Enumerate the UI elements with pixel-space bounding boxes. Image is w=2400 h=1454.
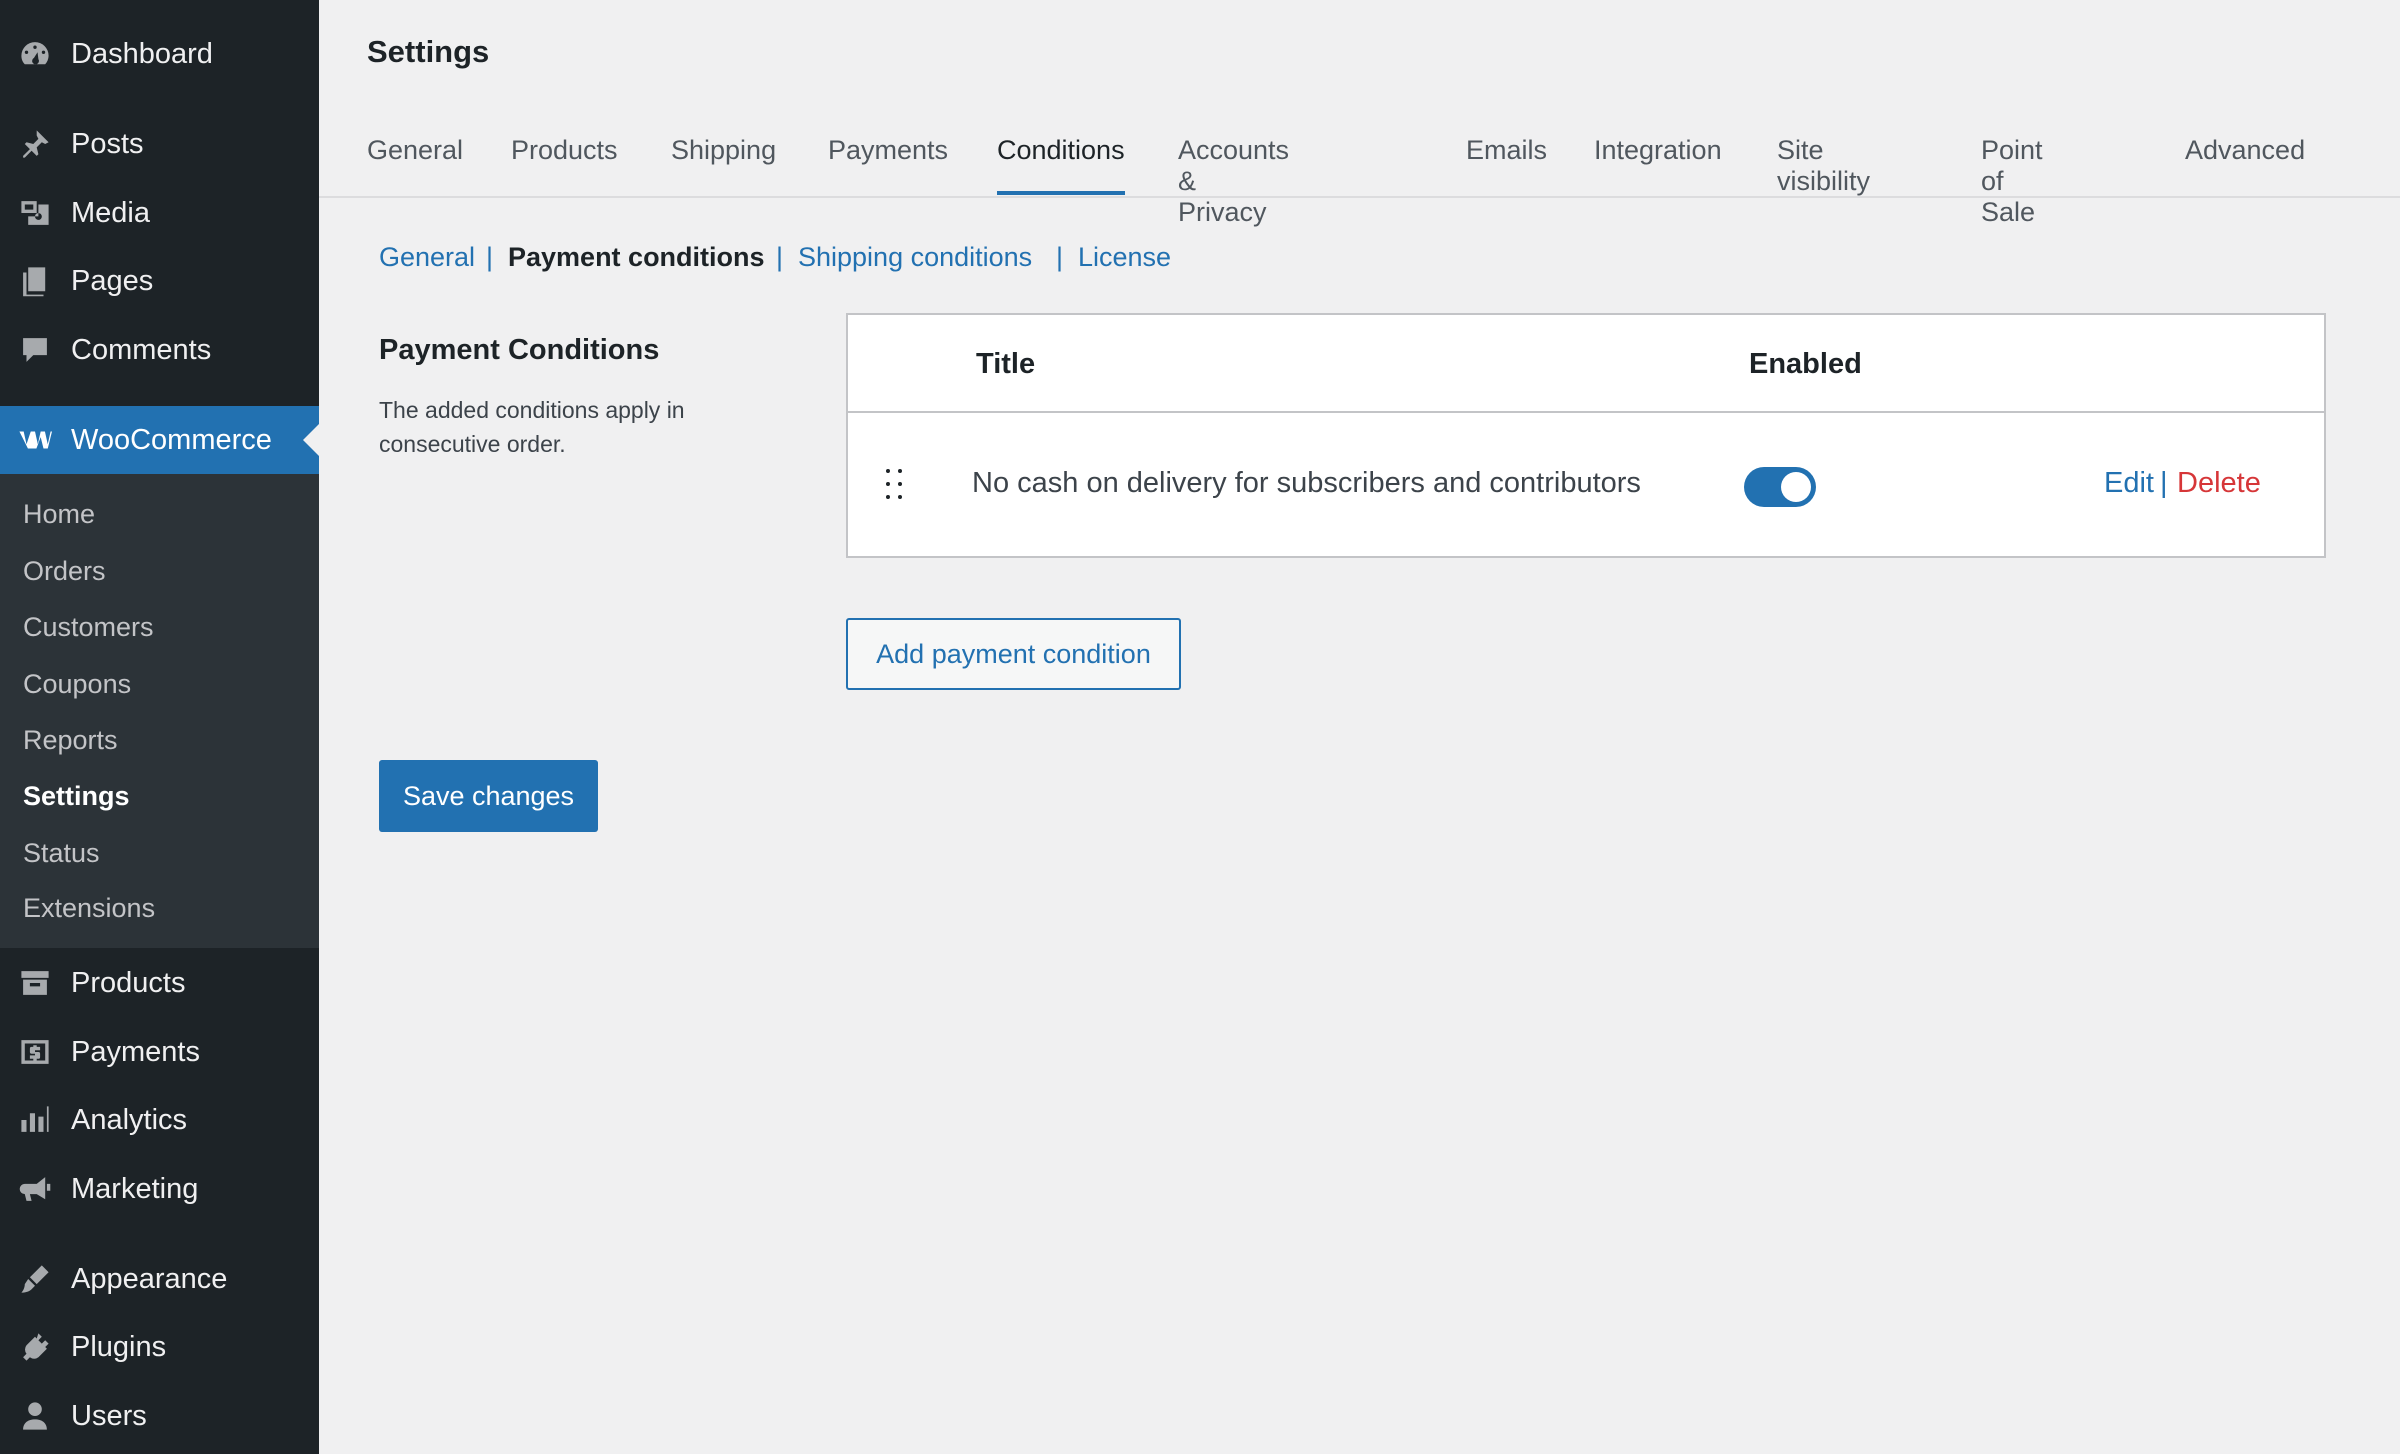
sidebar-item-label: Comments [71, 333, 212, 366]
add-payment-condition-button[interactable]: Add payment condition [846, 618, 1181, 690]
edit-link[interactable]: Edit [2104, 467, 2154, 500]
sidebar-item-label: Posts [71, 127, 144, 160]
bar-chart-icon [18, 1103, 52, 1137]
sidebar-item-label: Products [71, 966, 186, 999]
tab-integration[interactable]: Integration [1594, 135, 1722, 195]
tab-products[interactable]: Products [511, 135, 618, 195]
sidebar-item-label: Payments [71, 1035, 200, 1068]
plug-icon [18, 1330, 52, 1364]
tab-accounts-privacy[interactable]: Accounts & Privacy [1178, 135, 1289, 227]
table-header: Title Enabled [848, 315, 2324, 413]
sidebar-item-dashboard[interactable]: Dashboard [0, 24, 319, 84]
tab-site-visibility[interactable]: Site visibility [1777, 135, 1870, 196]
sidebar-item-label: Users [71, 1399, 147, 1432]
sidebar-item-plugins[interactable]: Plugins [0, 1317, 319, 1377]
submenu-item-orders[interactable]: Orders [23, 551, 106, 591]
column-header-enabled: Enabled [1749, 348, 1862, 380]
submenu-item-reports[interactable]: Reports [23, 720, 118, 760]
sidebar-item-products[interactable]: Products [0, 953, 319, 1013]
sidebar-item-posts[interactable]: Posts [0, 114, 319, 174]
column-header-title: Title [976, 348, 1036, 380]
sidebar-item-label: Plugins [71, 1330, 167, 1363]
tab-conditions[interactable]: Conditions [997, 135, 1125, 195]
subnav-license[interactable]: License [1078, 242, 1171, 273]
media-icon [18, 196, 52, 230]
submenu-item-extensions[interactable]: Extensions [23, 888, 155, 928]
tab-emails[interactable]: Emails [1466, 135, 1547, 195]
tab-shipping[interactable]: Shipping [671, 135, 776, 195]
toggle-knob [1781, 472, 1811, 502]
archive-icon [18, 966, 52, 1000]
submenu-item-coupons[interactable]: Coupons [23, 664, 131, 704]
sidebar-item-marketing[interactable]: Marketing [0, 1159, 319, 1219]
tab-advanced[interactable]: Advanced [2185, 135, 2305, 195]
action-separator: | [2160, 467, 2168, 499]
sidebar-item-label: Analytics [71, 1103, 188, 1136]
dollar-icon [18, 1035, 52, 1069]
condition-title: No cash on delivery for subscribers and … [972, 467, 1641, 499]
tab-point-of-sale[interactable]: Point of Sale [1981, 135, 2043, 227]
dashboard-icon [18, 37, 52, 71]
sidebar-item-label: Media [71, 196, 150, 229]
subnav-general[interactable]: General [379, 242, 475, 273]
section-heading: Payment Conditions [379, 334, 660, 366]
submenu-item-customers[interactable]: Customers [23, 607, 154, 647]
sidebar-item-payments[interactable]: Payments [0, 1022, 319, 1082]
pin-icon [18, 127, 52, 161]
sidebar-item-comments[interactable]: Comments [0, 320, 319, 380]
sidebar-item-appearance[interactable]: Appearance [0, 1249, 319, 1309]
sidebar-item-woocommerce[interactable]: WooCommerce [0, 406, 319, 474]
section-description: The added conditions apply in consecutiv… [379, 397, 685, 457]
sidebar-item-label: Appearance [71, 1262, 228, 1295]
page-title: Settings [367, 34, 490, 69]
admin-sidebar: Dashboard Posts Media Pages Comments Woo… [0, 0, 319, 1454]
tabs-divider [319, 196, 2400, 198]
delete-link[interactable]: Delete [2177, 467, 2261, 500]
enabled-toggle[interactable] [1744, 467, 1816, 507]
sidebar-item-label: Marketing [71, 1172, 199, 1205]
table-row: No cash on delivery for subscribers and … [848, 413, 2324, 558]
sidebar-item-pages[interactable]: Pages [0, 251, 319, 311]
user-icon [18, 1399, 52, 1433]
subnav-shipping-conditions[interactable]: Shipping conditions [798, 242, 1032, 273]
subnav-payment-conditions[interactable]: Payment conditions [508, 242, 765, 273]
submenu-item-settings[interactable]: Settings [23, 776, 130, 816]
subnav-separator: | [776, 242, 784, 272]
brush-icon [18, 1262, 52, 1296]
subnav-separator: | [1056, 242, 1064, 272]
sidebar-item-label: Pages [71, 264, 154, 297]
save-changes-button[interactable]: Save changes [379, 760, 598, 832]
pages-icon [18, 264, 52, 298]
sidebar-item-label: Dashboard [71, 37, 213, 70]
woocommerce-submenu: Home Orders Customers Coupons Reports Se… [0, 474, 319, 948]
conditions-table: Title Enabled No cash on delivery for su… [846, 313, 2326, 558]
megaphone-icon [18, 1172, 52, 1206]
sidebar-item-media[interactable]: Media [0, 183, 319, 243]
submenu-item-home[interactable]: Home [23, 494, 95, 534]
sidebar-item-analytics[interactable]: Analytics [0, 1090, 319, 1150]
tab-general[interactable]: General [367, 135, 463, 195]
sidebar-item-label: WooCommerce [71, 423, 272, 456]
woocommerce-icon [18, 423, 52, 457]
subnav-separator: | [486, 242, 494, 272]
sidebar-item-users[interactable]: Users [0, 1386, 319, 1446]
submenu-item-status[interactable]: Status [23, 833, 100, 873]
tab-payments[interactable]: Payments [828, 135, 948, 195]
drag-handle-icon[interactable] [886, 469, 906, 499]
comment-icon [18, 333, 52, 367]
